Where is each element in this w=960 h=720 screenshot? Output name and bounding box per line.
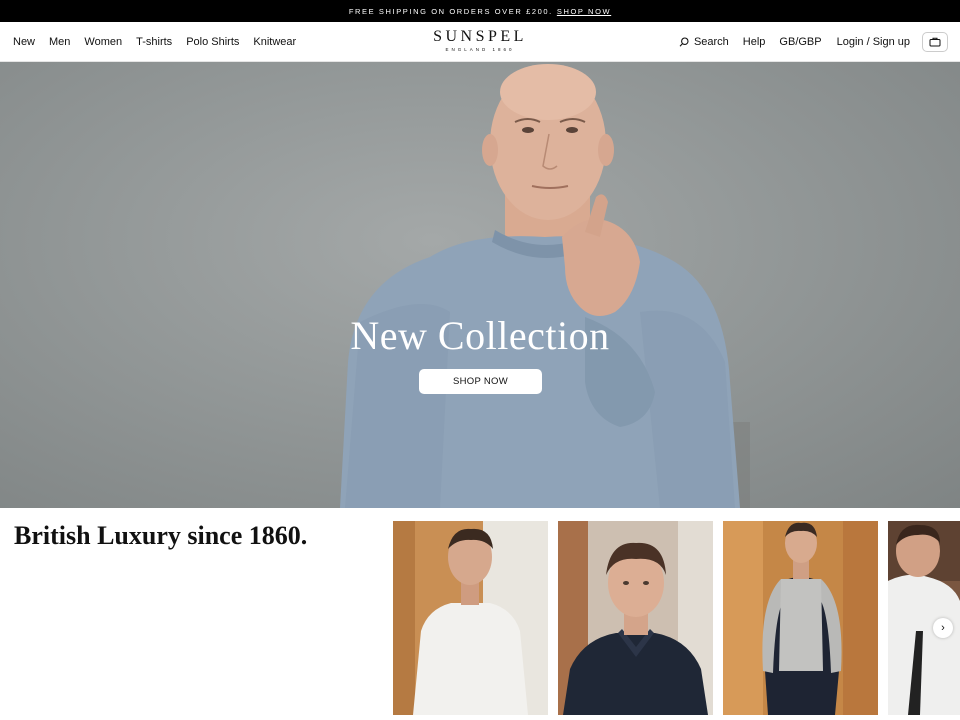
utility-nav: Search Help GB/GBP Login / Sign up bbox=[679, 22, 948, 62]
hero-shop-now-button[interactable]: SHOP NOW bbox=[419, 369, 542, 394]
login-link[interactable]: Login / Sign up bbox=[837, 36, 910, 48]
help-link[interactable]: Help bbox=[743, 36, 766, 48]
nav-item-polo-shirts[interactable]: Polo Shirts bbox=[186, 36, 239, 48]
brand-subline: ENGLAND 1860 bbox=[445, 47, 515, 52]
nav-item-women[interactable]: Women bbox=[84, 36, 122, 48]
brand-logo[interactable]: SUNSPEL ENGLAND 1860 bbox=[380, 28, 580, 52]
bag-icon bbox=[929, 37, 941, 47]
product-image-white-shirt bbox=[888, 521, 960, 715]
carousel-card[interactable] bbox=[723, 521, 878, 715]
hero-banner: New Collection SHOP NOW bbox=[0, 62, 960, 508]
primary-nav: New Men Women T-shirts Polo Shirts Knitw… bbox=[13, 22, 296, 62]
brand-tagline: British Luxury since 1860. bbox=[14, 521, 308, 550]
product-image-white-tshirt bbox=[393, 521, 548, 715]
product-image-grey-sweater bbox=[723, 521, 878, 715]
search-button[interactable]: Search bbox=[679, 36, 729, 48]
nav-item-men[interactable]: Men bbox=[49, 36, 70, 48]
carousel-next-button[interactable]: › bbox=[933, 618, 953, 638]
region-selector[interactable]: GB/GBP bbox=[779, 36, 821, 48]
carousel-card[interactable] bbox=[558, 521, 713, 715]
search-icon bbox=[679, 37, 689, 47]
nav-item-knitwear[interactable]: Knitwear bbox=[253, 36, 296, 48]
announcement-text: FREE SHIPPING ON ORDERS OVER £200. bbox=[348, 6, 553, 16]
bag-button[interactable] bbox=[922, 32, 948, 52]
carousel-card[interactable] bbox=[393, 521, 548, 715]
product-image-navy-polo bbox=[558, 521, 713, 715]
announcement-shop-link[interactable]: SHOP NOW bbox=[557, 7, 611, 16]
chevron-right-icon: › bbox=[941, 622, 945, 634]
site-header: New Men Women T-shirts Polo Shirts Knitw… bbox=[0, 22, 960, 62]
hero-model-image bbox=[340, 64, 750, 508]
nav-item-new[interactable]: New bbox=[13, 36, 35, 48]
announcement-bar: FREE SHIPPING ON ORDERS OVER £200. SHOP … bbox=[0, 0, 960, 22]
search-label: Search bbox=[693, 36, 729, 48]
hero-title: New Collection bbox=[350, 313, 610, 358]
carousel-card[interactable] bbox=[888, 521, 960, 715]
brand-wordmark: SUNSPEL bbox=[433, 28, 527, 45]
nav-item-t-shirts[interactable]: T-shirts bbox=[136, 36, 172, 48]
product-carousel bbox=[393, 521, 960, 715]
